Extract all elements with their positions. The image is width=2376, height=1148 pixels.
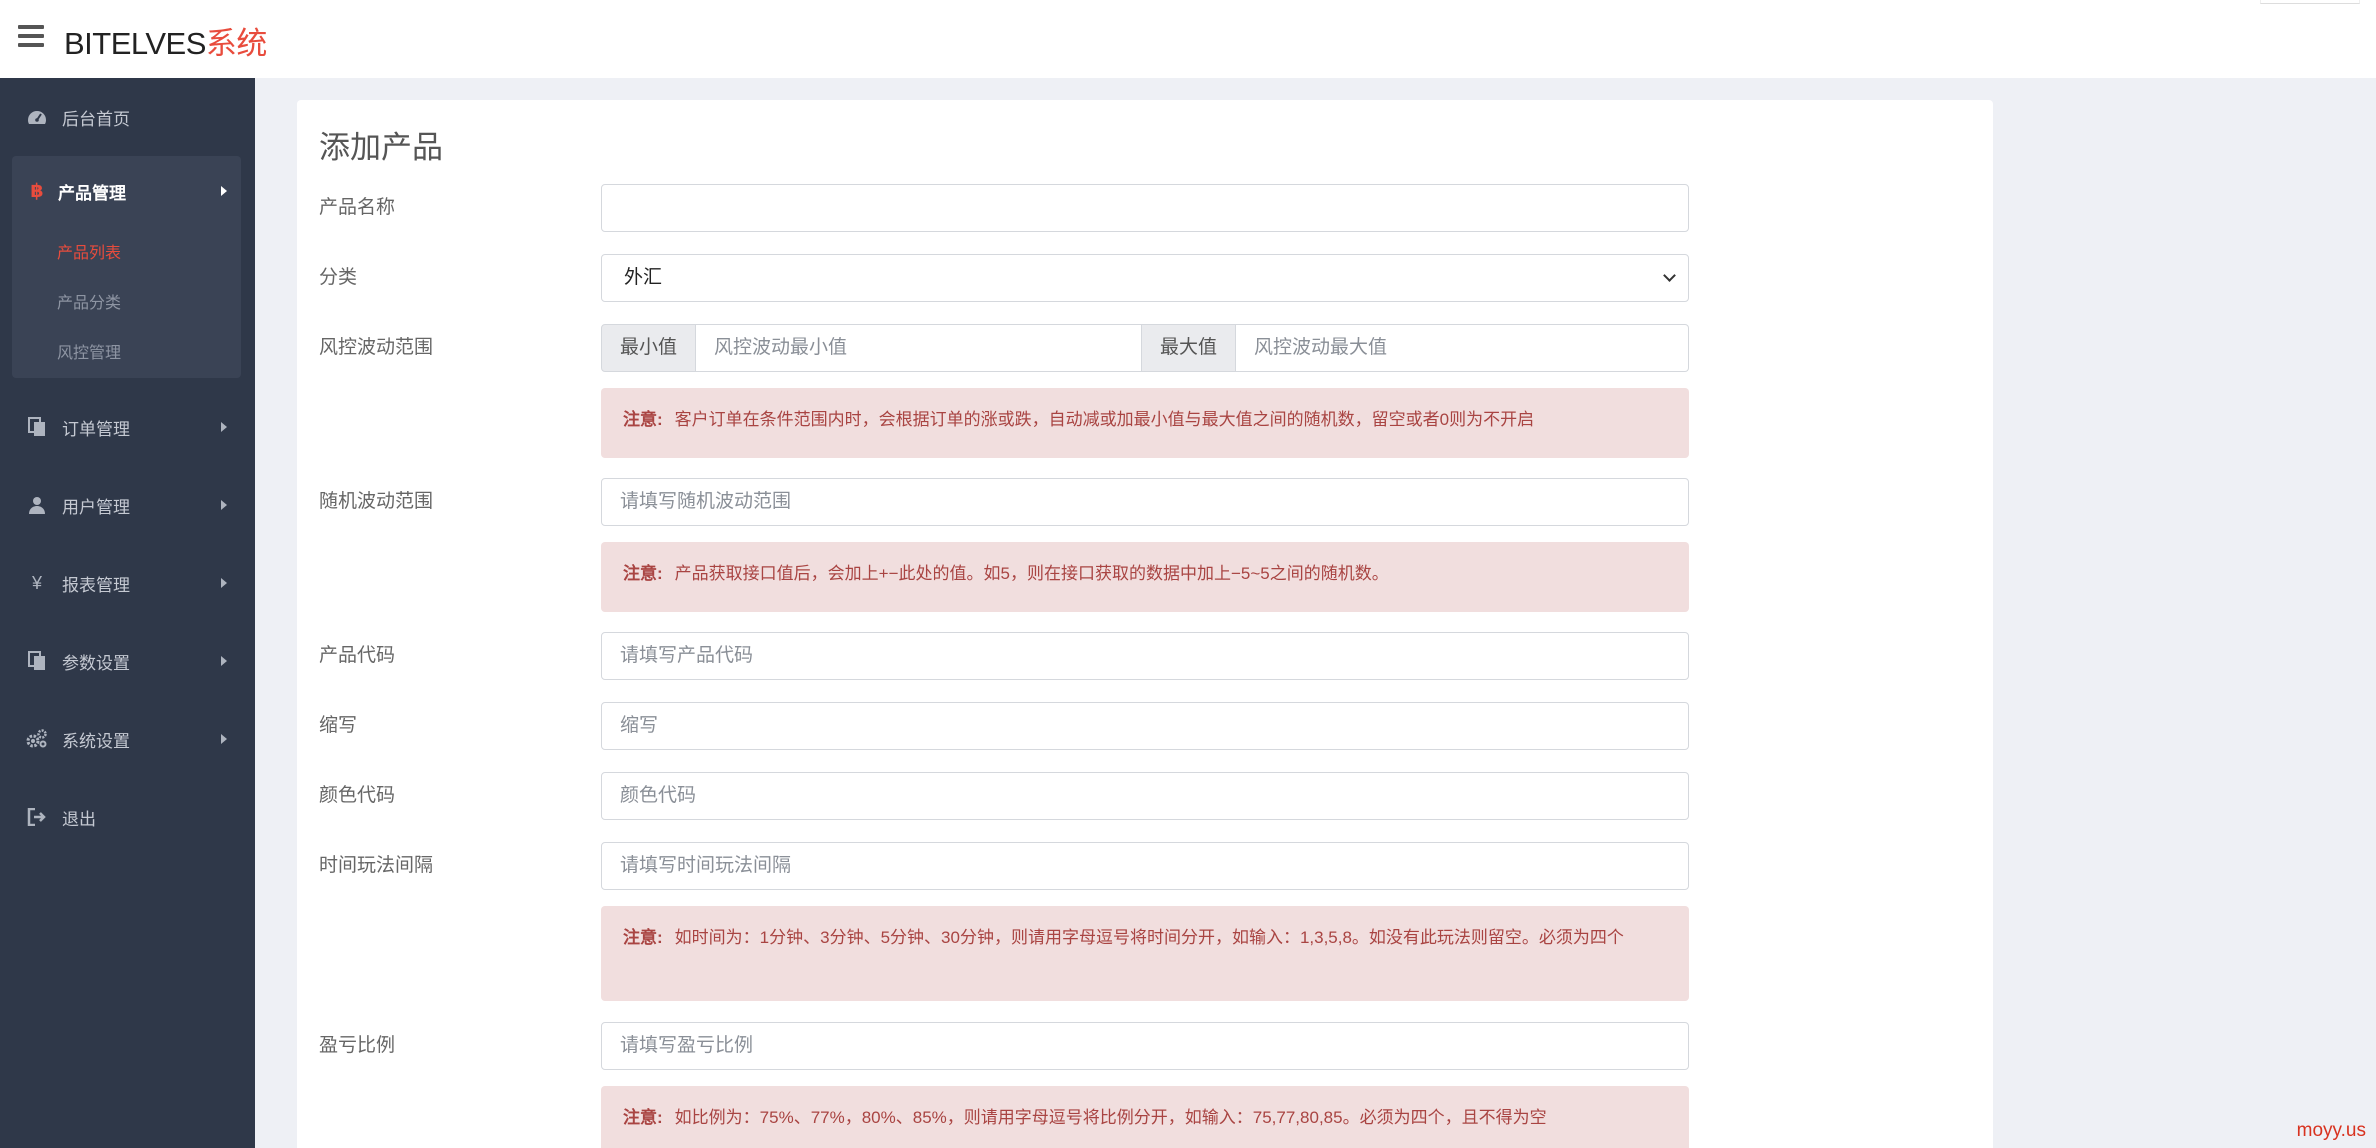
note-text: 客户订单在条件范围内时，会根据订单的涨或跌，自动减或加最小值与最大值之间的随机数… [674, 410, 1535, 429]
chevron-down-icon [1663, 269, 1676, 282]
random-range-input[interactable] [601, 478, 1689, 526]
caret-right-icon [221, 656, 227, 666]
random-range-label: 随机波动范围 [319, 491, 434, 512]
note-prefix: 注意: [623, 410, 663, 429]
sidebar-item-label: 订单管理 [62, 419, 130, 439]
caret-right-icon [221, 578, 227, 588]
abbreviation-input[interactable] [601, 702, 1689, 750]
sidebar-subitem-product-list[interactable]: 产品列表 [12, 226, 241, 276]
profit-ratio-note: 注意: 如比例为：75%、77%，80%、85%，则请用字母逗号将比例分开，如输入… [601, 1086, 1689, 1148]
category-select[interactable]: 外汇 [601, 254, 1689, 302]
brand-accent-text: 系统 [205, 26, 268, 61]
top-right-widget [2260, 0, 2360, 4]
color-code-input[interactable] [601, 772, 1689, 820]
sidebar-subitem-risk-control[interactable]: 风控管理 [12, 326, 241, 378]
copy-icon [26, 651, 48, 671]
sidebar-item-label: 产品管理 [58, 183, 126, 203]
product-name-label: 产品名称 [319, 197, 396, 218]
add-product-form: 添加产品 产品名称 分类 外汇 风控波动范围 最小值 最大值 注意: 客户订单在条… [297, 100, 1993, 1148]
note-prefix: 注意: [623, 564, 663, 583]
color-code-label: 颜色代码 [319, 785, 396, 806]
sidebar-item-system[interactable]: 系统设置 [0, 700, 255, 778]
profit-ratio-label: 盈亏比例 [319, 1035, 396, 1056]
note-text: 如比例为：75%、77%，80%、85%，则请用字母逗号将比例分开，如输入：75… [674, 1108, 1547, 1127]
sidebar-item-label: 系统设置 [62, 731, 130, 751]
brand-logo[interactable]: BITELVES系统 [64, 18, 267, 63]
risk-range-label: 风控波动范围 [319, 337, 434, 358]
sidebar-item-label: 后台首页 [62, 109, 130, 129]
time-interval-input[interactable] [601, 842, 1689, 890]
user-icon [26, 495, 48, 515]
gears-icon [26, 729, 48, 749]
sidebar-item-orders[interactable]: 订单管理 [0, 388, 255, 466]
sidebar-item-label: 报表管理 [62, 575, 130, 595]
sidebar-item-dashboard[interactable]: 后台首页 [0, 78, 255, 156]
risk-range-note: 注意: 客户订单在条件范围内时，会根据订单的涨或跌，自动减或加最小值与最大值之间的… [601, 388, 1689, 458]
brand-main-text: BITELVES [64, 26, 206, 61]
abbreviation-label: 缩写 [319, 715, 358, 736]
page-title: 添加产品 [319, 130, 443, 165]
min-value-addon: 最小值 [601, 324, 697, 372]
sidebar: 后台首页 ฿ 产品管理 产品列表 产品分类 风控管理 订单管理 用户管理 ¥ 报… [0, 78, 255, 1148]
product-name-input[interactable] [601, 184, 1689, 232]
note-text: 如时间为：1分钟、3分钟、5分钟、30分钟，则请用字母逗号将时间分开，如输入：1… [674, 928, 1624, 947]
caret-right-icon [221, 186, 227, 196]
category-selected-value: 外汇 [624, 267, 663, 288]
menu-toggle-icon[interactable] [18, 25, 44, 47]
sidebar-item-reports[interactable]: ¥ 报表管理 [0, 544, 255, 622]
caret-right-icon [221, 422, 227, 432]
sidebar-item-users[interactable]: 用户管理 [0, 466, 255, 544]
product-code-input[interactable] [601, 632, 1689, 680]
sidebar-item-label: 退出 [62, 809, 96, 829]
time-interval-note: 注意: 如时间为：1分钟、3分钟、5分钟、30分钟，则请用字母逗号将时间分开，如输… [601, 906, 1689, 1001]
bitcoin-icon: ฿ [30, 180, 44, 202]
product-code-label: 产品代码 [319, 645, 396, 666]
caret-right-icon [221, 734, 227, 744]
profit-ratio-input[interactable] [601, 1022, 1689, 1070]
sidebar-item-logout[interactable]: 退出 [0, 778, 255, 856]
max-value-addon: 最大值 [1142, 324, 1237, 372]
risk-min-input[interactable] [696, 324, 1143, 372]
top-header: BITELVES系统 [0, 0, 2376, 78]
caret-right-icon [221, 500, 227, 510]
sidebar-group-products: ฿ 产品管理 产品列表 产品分类 风控管理 [12, 156, 241, 378]
note-text: 产品获取接口值后，会加上+−此处的值。如5，则在接口获取的数据中加上−5~5之间… [674, 564, 1389, 583]
watermark: moyy.us [2296, 1120, 2366, 1141]
copy-icon [26, 417, 48, 437]
note-prefix: 注意: [623, 928, 663, 947]
risk-range-input-group: 最小值 最大值 [601, 324, 1689, 372]
dashboard-icon [26, 107, 48, 127]
random-range-note: 注意: 产品获取接口值后，会加上+−此处的值。如5，则在接口获取的数据中加上−5~… [601, 542, 1689, 612]
note-prefix: 注意: [623, 1108, 663, 1127]
sign-out-icon [26, 807, 48, 827]
sidebar-item-parameters[interactable]: 参数设置 [0, 622, 255, 700]
sidebar-item-label: 用户管理 [62, 497, 130, 517]
sidebar-item-label: 参数设置 [62, 653, 130, 673]
sidebar-item-products[interactable]: ฿ 产品管理 [12, 156, 241, 226]
sidebar-subitem-product-category[interactable]: 产品分类 [12, 276, 241, 326]
category-label: 分类 [319, 267, 358, 288]
yen-icon: ¥ [31, 572, 42, 593]
time-interval-label: 时间玩法间隔 [319, 855, 434, 876]
risk-max-input[interactable] [1236, 324, 1689, 372]
